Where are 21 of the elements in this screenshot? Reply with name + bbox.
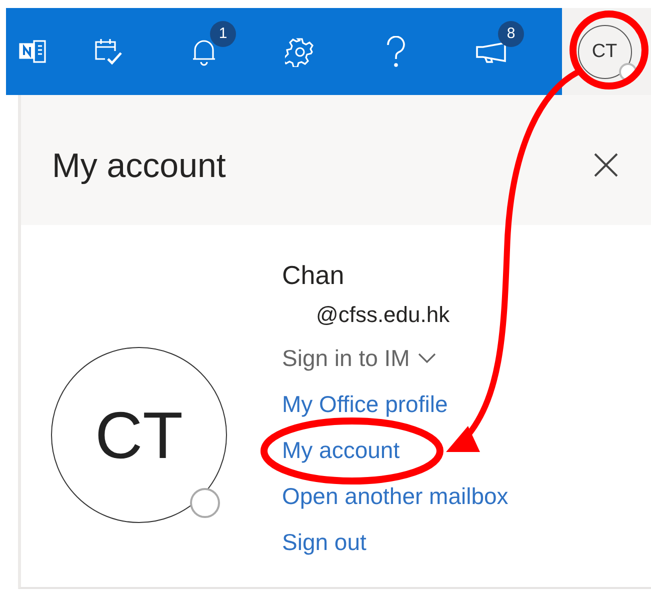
chevron-icon bbox=[418, 352, 436, 364]
settings-icon bbox=[285, 36, 315, 66]
close-icon bbox=[593, 152, 619, 178]
help-icon bbox=[386, 36, 406, 68]
account-link[interactable]: My Office profile bbox=[282, 381, 448, 427]
bell-button[interactable]: 1 bbox=[156, 8, 252, 95]
avatar-initials: CT bbox=[95, 397, 183, 473]
account-link[interactable]: Open another mailbox bbox=[282, 473, 508, 519]
status-icon bbox=[190, 488, 220, 518]
calendar-check-icon bbox=[93, 36, 123, 66]
user-name: Chan bbox=[282, 259, 344, 292]
bell-icon bbox=[191, 38, 217, 66]
sign-in-dropdown[interactable]: Sign in to IM bbox=[282, 335, 436, 381]
notebook-icon bbox=[19, 40, 47, 64]
panel-title: My account bbox=[52, 146, 226, 186]
notification-count: 8 bbox=[498, 21, 524, 47]
account-link[interactable]: Sign out bbox=[282, 519, 366, 565]
megaphone-button[interactable]: 8 bbox=[444, 8, 540, 95]
notification-count: 1 bbox=[210, 21, 236, 47]
account-link[interactable]: My account bbox=[282, 427, 400, 473]
user-email: @cfss.edu.hk bbox=[316, 301, 450, 329]
